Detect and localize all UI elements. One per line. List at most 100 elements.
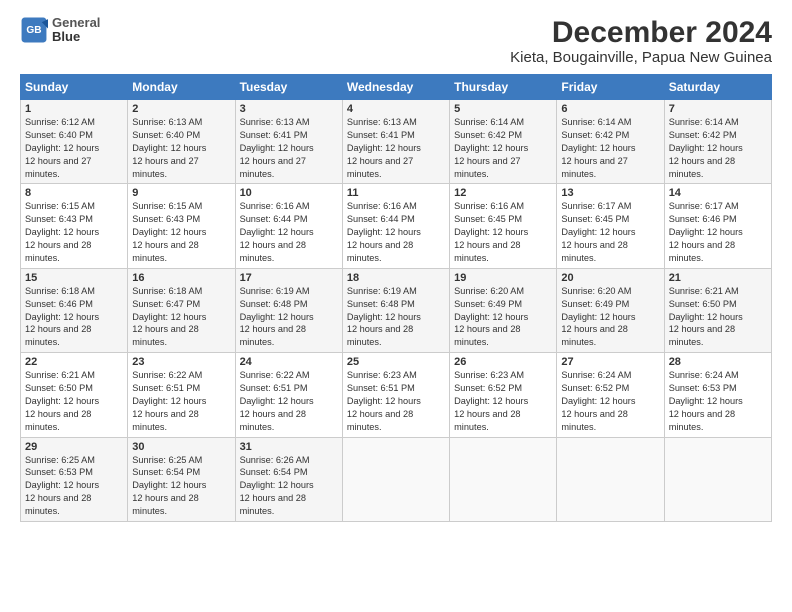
calendar-week-row: 1Sunrise: 6:12 AMSunset: 6:40 PMDaylight… <box>21 100 772 184</box>
calendar-table: SundayMondayTuesdayWednesdayThursdayFrid… <box>20 74 772 522</box>
calendar-cell: 3Sunrise: 6:13 AMSunset: 6:41 PMDaylight… <box>235 100 342 184</box>
calendar-cell: 31Sunrise: 6:26 AMSunset: 6:54 PMDayligh… <box>235 437 342 521</box>
calendar-cell: 23Sunrise: 6:22 AMSunset: 6:51 PMDayligh… <box>128 353 235 437</box>
calendar-week-row: 15Sunrise: 6:18 AMSunset: 6:46 PMDayligh… <box>21 268 772 352</box>
calendar-cell: 26Sunrise: 6:23 AMSunset: 6:52 PMDayligh… <box>450 353 557 437</box>
day-info: Sunrise: 6:22 AMSunset: 6:51 PMDaylight:… <box>240 369 338 433</box>
calendar-cell <box>342 437 449 521</box>
day-number: 22 <box>25 356 123 368</box>
weekday-header-friday: Friday <box>557 75 664 100</box>
day-number: 24 <box>240 356 338 368</box>
calendar-cell: 29Sunrise: 6:25 AMSunset: 6:53 PMDayligh… <box>21 437 128 521</box>
day-info: Sunrise: 6:15 AMSunset: 6:43 PMDaylight:… <box>132 200 230 264</box>
calendar-cell: 18Sunrise: 6:19 AMSunset: 6:48 PMDayligh… <box>342 268 449 352</box>
day-number: 14 <box>669 187 767 199</box>
day-info: Sunrise: 6:21 AMSunset: 6:50 PMDaylight:… <box>25 369 123 433</box>
weekday-header-thursday: Thursday <box>450 75 557 100</box>
day-number: 10 <box>240 187 338 199</box>
logo-icon: GB <box>20 16 48 44</box>
calendar-cell: 17Sunrise: 6:19 AMSunset: 6:48 PMDayligh… <box>235 268 342 352</box>
day-number: 29 <box>25 441 123 453</box>
calendar-week-row: 22Sunrise: 6:21 AMSunset: 6:50 PMDayligh… <box>21 353 772 437</box>
day-number: 7 <box>669 103 767 115</box>
day-info: Sunrise: 6:14 AMSunset: 6:42 PMDaylight:… <box>454 116 552 180</box>
day-number: 17 <box>240 272 338 284</box>
logo: GB General Blue <box>20 16 100 45</box>
calendar-cell: 5Sunrise: 6:14 AMSunset: 6:42 PMDaylight… <box>450 100 557 184</box>
weekday-header-sunday: Sunday <box>21 75 128 100</box>
calendar-cell: 30Sunrise: 6:25 AMSunset: 6:54 PMDayligh… <box>128 437 235 521</box>
calendar-cell: 7Sunrise: 6:14 AMSunset: 6:42 PMDaylight… <box>664 100 771 184</box>
day-number: 27 <box>561 356 659 368</box>
day-number: 12 <box>454 187 552 199</box>
day-info: Sunrise: 6:13 AMSunset: 6:41 PMDaylight:… <box>347 116 445 180</box>
calendar-cell <box>664 437 771 521</box>
day-number: 28 <box>669 356 767 368</box>
calendar-cell: 6Sunrise: 6:14 AMSunset: 6:42 PMDaylight… <box>557 100 664 184</box>
day-info: Sunrise: 6:13 AMSunset: 6:41 PMDaylight:… <box>240 116 338 180</box>
day-info: Sunrise: 6:14 AMSunset: 6:42 PMDaylight:… <box>561 116 659 180</box>
day-number: 31 <box>240 441 338 453</box>
day-info: Sunrise: 6:18 AMSunset: 6:46 PMDaylight:… <box>25 285 123 349</box>
calendar-cell: 13Sunrise: 6:17 AMSunset: 6:45 PMDayligh… <box>557 184 664 268</box>
day-number: 3 <box>240 103 338 115</box>
calendar-cell: 11Sunrise: 6:16 AMSunset: 6:44 PMDayligh… <box>342 184 449 268</box>
calendar-cell: 20Sunrise: 6:20 AMSunset: 6:49 PMDayligh… <box>557 268 664 352</box>
day-info: Sunrise: 6:23 AMSunset: 6:51 PMDaylight:… <box>347 369 445 433</box>
calendar-cell <box>450 437 557 521</box>
day-info: Sunrise: 6:16 AMSunset: 6:44 PMDaylight:… <box>240 200 338 264</box>
day-info: Sunrise: 6:24 AMSunset: 6:53 PMDaylight:… <box>669 369 767 433</box>
day-number: 13 <box>561 187 659 199</box>
calendar-cell: 12Sunrise: 6:16 AMSunset: 6:45 PMDayligh… <box>450 184 557 268</box>
calendar-week-row: 8Sunrise: 6:15 AMSunset: 6:43 PMDaylight… <box>21 184 772 268</box>
day-number: 25 <box>347 356 445 368</box>
day-info: Sunrise: 6:18 AMSunset: 6:47 PMDaylight:… <box>132 285 230 349</box>
weekday-header-monday: Monday <box>128 75 235 100</box>
calendar-cell: 27Sunrise: 6:24 AMSunset: 6:52 PMDayligh… <box>557 353 664 437</box>
day-info: Sunrise: 6:26 AMSunset: 6:54 PMDaylight:… <box>240 454 338 518</box>
calendar-cell: 22Sunrise: 6:21 AMSunset: 6:50 PMDayligh… <box>21 353 128 437</box>
day-info: Sunrise: 6:17 AMSunset: 6:46 PMDaylight:… <box>669 200 767 264</box>
day-info: Sunrise: 6:15 AMSunset: 6:43 PMDaylight:… <box>25 200 123 264</box>
day-info: Sunrise: 6:22 AMSunset: 6:51 PMDaylight:… <box>132 369 230 433</box>
day-number: 2 <box>132 103 230 115</box>
page-header: GB General Blue December 2024 Kieta, Bou… <box>20 16 772 66</box>
calendar-cell: 2Sunrise: 6:13 AMSunset: 6:40 PMDaylight… <box>128 100 235 184</box>
day-number: 15 <box>25 272 123 284</box>
day-number: 23 <box>132 356 230 368</box>
weekday-header-row: SundayMondayTuesdayWednesdayThursdayFrid… <box>21 75 772 100</box>
calendar-title: December 2024 <box>510 16 772 49</box>
day-number: 1 <box>25 103 123 115</box>
calendar-cell: 21Sunrise: 6:21 AMSunset: 6:50 PMDayligh… <box>664 268 771 352</box>
day-number: 8 <box>25 187 123 199</box>
logo-text: General Blue <box>52 16 100 45</box>
day-number: 18 <box>347 272 445 284</box>
day-info: Sunrise: 6:19 AMSunset: 6:48 PMDaylight:… <box>240 285 338 349</box>
day-number: 6 <box>561 103 659 115</box>
day-number: 11 <box>347 187 445 199</box>
day-info: Sunrise: 6:20 AMSunset: 6:49 PMDaylight:… <box>454 285 552 349</box>
day-number: 21 <box>669 272 767 284</box>
title-area: December 2024 Kieta, Bougainville, Papua… <box>510 16 772 66</box>
day-number: 20 <box>561 272 659 284</box>
calendar-cell: 10Sunrise: 6:16 AMSunset: 6:44 PMDayligh… <box>235 184 342 268</box>
svg-text:GB: GB <box>26 25 41 36</box>
day-number: 4 <box>347 103 445 115</box>
calendar-cell: 19Sunrise: 6:20 AMSunset: 6:49 PMDayligh… <box>450 268 557 352</box>
day-number: 5 <box>454 103 552 115</box>
weekday-header-saturday: Saturday <box>664 75 771 100</box>
calendar-cell: 25Sunrise: 6:23 AMSunset: 6:51 PMDayligh… <box>342 353 449 437</box>
calendar-week-row: 29Sunrise: 6:25 AMSunset: 6:53 PMDayligh… <box>21 437 772 521</box>
day-number: 19 <box>454 272 552 284</box>
calendar-cell: 28Sunrise: 6:24 AMSunset: 6:53 PMDayligh… <box>664 353 771 437</box>
day-number: 26 <box>454 356 552 368</box>
calendar-cell: 9Sunrise: 6:15 AMSunset: 6:43 PMDaylight… <box>128 184 235 268</box>
calendar-cell: 24Sunrise: 6:22 AMSunset: 6:51 PMDayligh… <box>235 353 342 437</box>
weekday-header-tuesday: Tuesday <box>235 75 342 100</box>
day-number: 30 <box>132 441 230 453</box>
day-info: Sunrise: 6:25 AMSunset: 6:54 PMDaylight:… <box>132 454 230 518</box>
day-info: Sunrise: 6:14 AMSunset: 6:42 PMDaylight:… <box>669 116 767 180</box>
calendar-cell: 8Sunrise: 6:15 AMSunset: 6:43 PMDaylight… <box>21 184 128 268</box>
day-info: Sunrise: 6:16 AMSunset: 6:45 PMDaylight:… <box>454 200 552 264</box>
day-number: 9 <box>132 187 230 199</box>
